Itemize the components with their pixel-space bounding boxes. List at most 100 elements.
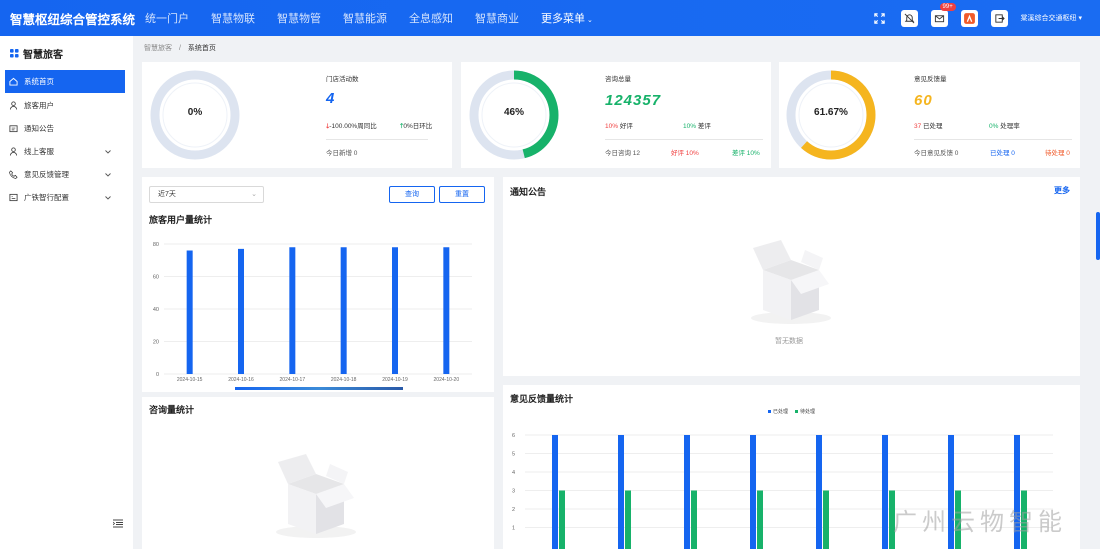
- more-menu-label: 更多菜单: [541, 13, 585, 25]
- legend-label: 待处理: [800, 408, 815, 415]
- y-tick-label: 80: [153, 242, 159, 248]
- store-week-compare: 🡓-100.00%周同比: [326, 120, 377, 133]
- bell-off-icon[interactable]: [900, 9, 918, 27]
- feedback-done-today: 已处理 0: [990, 150, 1015, 157]
- y-tick-label: 2: [512, 507, 515, 513]
- sidebar-header: 智慧旅客: [0, 36, 133, 70]
- bar: [750, 435, 756, 549]
- bar: [443, 247, 450, 374]
- sidebar-item-label: 线上客服: [24, 147, 54, 156]
- nav-portal[interactable]: 统一门户: [145, 10, 189, 26]
- nav-energy[interactable]: 智慧能源: [343, 10, 387, 26]
- feedback-label: 意见反馈量: [914, 76, 947, 83]
- store-day-compare: 🡑0%日环比: [400, 120, 432, 133]
- sidebar-item-feedback[interactable]: 意见反馈管理: [0, 163, 133, 186]
- feedback-rate: 0% 处理率: [989, 120, 1020, 130]
- page-scrollbar[interactable]: [1096, 212, 1100, 260]
- y-tick-label: 0: [156, 372, 159, 378]
- chevron-down-icon: [105, 147, 111, 156]
- nav-iot[interactable]: 智慧物联: [211, 10, 255, 26]
- feedback-done-label: 已处理: [923, 123, 943, 130]
- user-stats-chart: 0 20 40 60 80 2024-10-15 2024-10-16 2024-10-17 2…: [153, 242, 472, 383]
- x-tick-label: 2024-10-18: [331, 377, 357, 383]
- legend-swatch: [795, 410, 798, 413]
- bar: [392, 247, 398, 374]
- x-tick-label: 2024-10-20: [434, 377, 460, 383]
- flame-icon[interactable]: [960, 9, 978, 27]
- breadcrumb-current: 系统首页: [187, 45, 216, 52]
- breadcrumb: 智慧旅客 / 系统首页: [144, 43, 216, 53]
- consult-good-label: 好评: [619, 123, 633, 130]
- notice-icon: [9, 124, 18, 133]
- query-button[interactable]: 查询: [389, 186, 435, 203]
- sidebar-item-home[interactable]: 系统首页: [5, 70, 125, 93]
- logout-icon[interactable]: [990, 9, 1008, 27]
- store-label: 门店活动数: [326, 76, 359, 83]
- top-right-tools: 99+ 棠溪综合交通枢纽 ▾: [871, 0, 1100, 36]
- feedback-value: 60: [914, 92, 933, 109]
- mail-icon[interactable]: 99+: [930, 2, 956, 27]
- bar: [757, 490, 763, 549]
- consult-bad: 10% 差评: [683, 120, 711, 130]
- sidebar-item-notice[interactable]: 通知公告: [0, 117, 133, 140]
- feedback-rate-label: 处理率: [1000, 123, 1020, 130]
- sidebar-item-config[interactable]: 广铁智行配置: [0, 186, 133, 209]
- reset-button[interactable]: 重置: [439, 186, 485, 203]
- app-title: 智慧枢纽综合管控系统: [10, 12, 136, 27]
- feedback-pending-today: 待处理 0: [1045, 150, 1070, 157]
- chevron-down-icon: [105, 193, 111, 202]
- user-menu[interactable]: 棠溪综合交通枢纽 ▾: [1021, 13, 1082, 23]
- sidebar-item-users[interactable]: 旅客用户: [0, 94, 133, 117]
- feedback-percent: 61.67%: [814, 107, 848, 118]
- bar: [816, 435, 822, 549]
- bar: [559, 490, 565, 549]
- sidebar-item-label: 广铁智行配置: [24, 193, 69, 202]
- collapse-menu-icon[interactable]: [112, 519, 123, 530]
- breadcrumb-parent[interactable]: 智慧旅客: [144, 45, 172, 52]
- nav-property[interactable]: 智慧物管: [277, 10, 321, 26]
- feedback-today: 今日意见反馈 0: [914, 150, 959, 157]
- consult-bad-pct: 10%: [683, 123, 697, 130]
- config-icon: [9, 193, 18, 202]
- fullscreen-icon[interactable]: [871, 10, 888, 27]
- chevron-down-icon: [105, 170, 111, 179]
- phone-icon: [9, 170, 18, 179]
- home-icon: [9, 77, 18, 86]
- bar: [684, 435, 690, 549]
- x-tick-label: 2024-10-15: [177, 377, 203, 383]
- bar: [882, 435, 888, 549]
- top-nav: 统一门户 智慧物联 智慧物管 智慧能源 全息感知 智慧商业 更多菜单 ⌄: [145, 10, 615, 26]
- consult-good-today: 好评 10%: [671, 150, 699, 157]
- bar: [823, 490, 829, 549]
- y-tick-label: 40: [153, 307, 159, 313]
- chart-scrollbar[interactable]: [235, 387, 403, 390]
- y-tick-label: 5: [512, 452, 515, 458]
- consult-good: 10% 好评: [605, 120, 633, 130]
- consult-bad-today: 差评 10%: [732, 150, 760, 157]
- watermark: 广州云物智能: [893, 508, 1067, 536]
- sidebar-title: 智慧旅客: [23, 49, 63, 61]
- nav-commerce[interactable]: 智慧商业: [475, 10, 519, 26]
- x-tick-label: 2024-10-16: [228, 377, 254, 383]
- date-range-value: 近7天: [158, 191, 176, 198]
- nav-perception[interactable]: 全息感知: [409, 10, 453, 26]
- store-day-text: 0%日环比: [403, 123, 433, 130]
- y-tick-label: 3: [512, 489, 515, 495]
- date-range-select[interactable]: 近7天 ⌄: [149, 186, 264, 203]
- mail-badge: 99+: [939, 2, 956, 11]
- bar: [340, 247, 347, 374]
- notice-more-link[interactable]: 更多: [1054, 185, 1070, 196]
- empty-box-illustration: [276, 454, 356, 538]
- chevron-down-icon: ⌄: [251, 191, 257, 198]
- sidebar-item-label: 旅客用户: [24, 101, 54, 110]
- nav-more-menu[interactable]: 更多菜单 ⌄: [541, 10, 593, 26]
- stat-card-store: 0% 门店活动数 4 🡓-100.00%周同比 🡑0%日环比 今日新增 0: [142, 62, 452, 168]
- legend-swatch: [768, 410, 771, 413]
- notice-title: 通知公告: [510, 187, 547, 197]
- bar: [289, 247, 296, 374]
- consult-today: 今日咨询 12: [605, 150, 641, 157]
- x-tick-label: 2024-10-19: [382, 377, 408, 383]
- service-icon: [9, 147, 18, 156]
- sidebar-item-service[interactable]: 线上客服: [0, 140, 133, 163]
- bar: [186, 250, 193, 374]
